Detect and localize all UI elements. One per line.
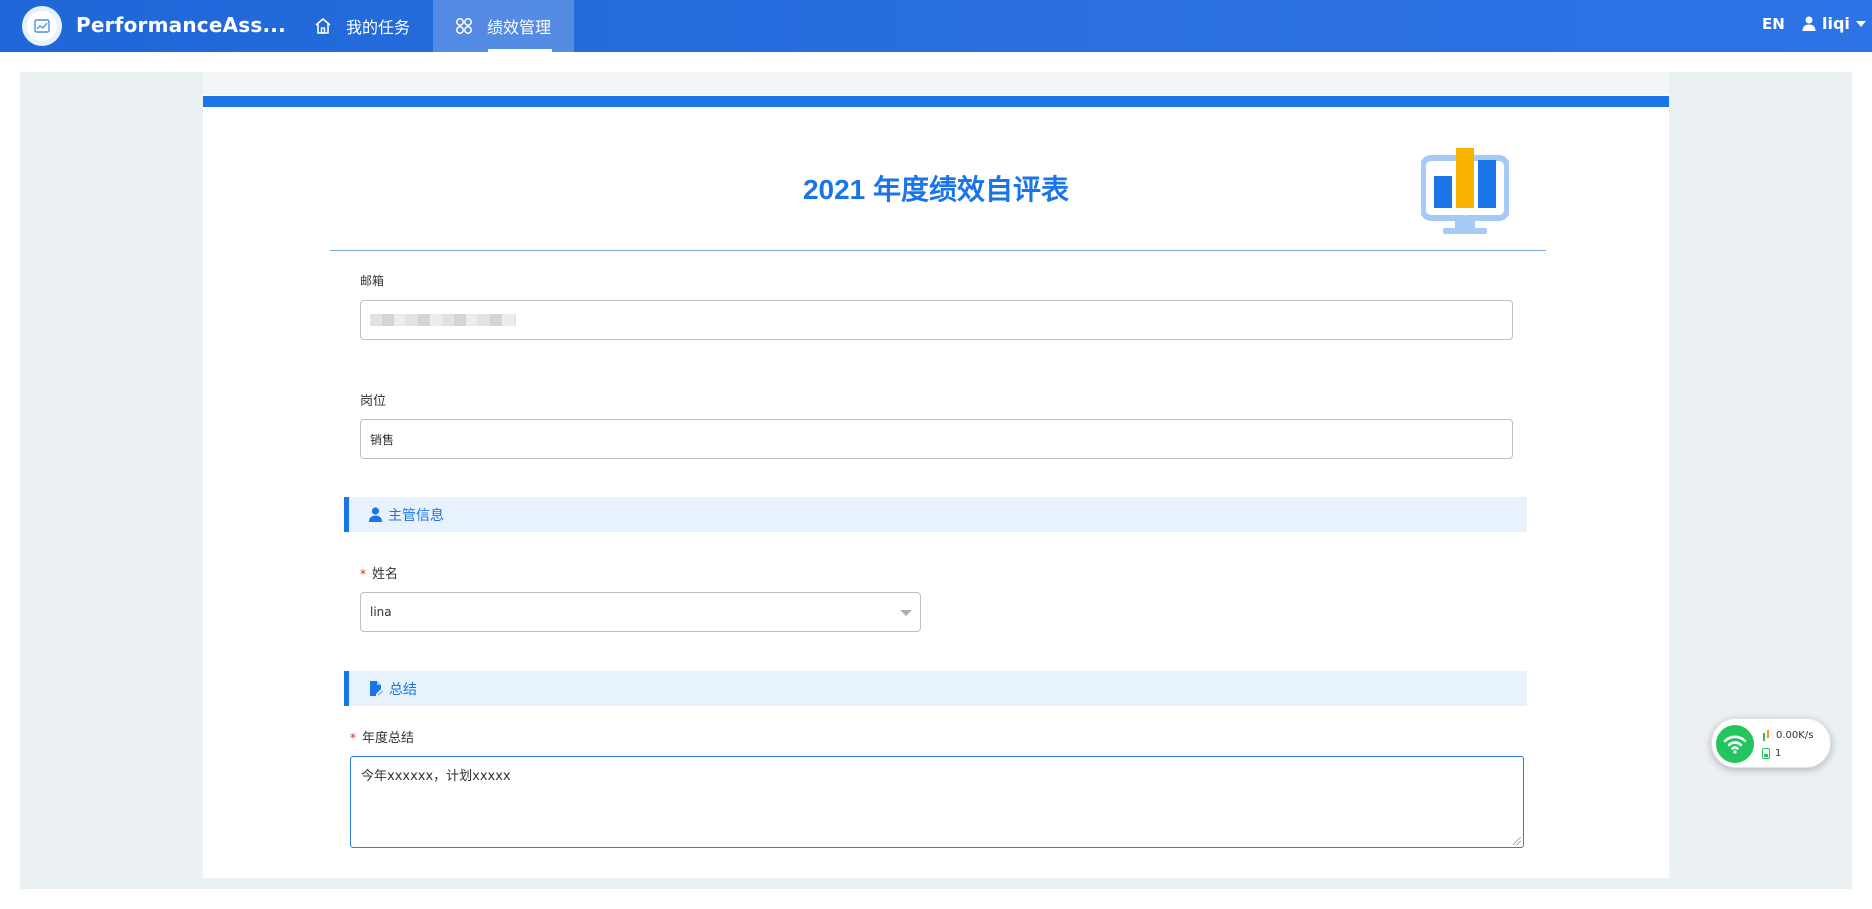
section-supervisor-title: 主管信息: [388, 507, 444, 524]
network-device-row: 1: [1762, 748, 1781, 759]
nav-performance-management[interactable]: 绩效管理: [433, 0, 574, 52]
nav-my-tasks[interactable]: 我的任务: [292, 0, 432, 52]
active-tab-indicator: [488, 49, 552, 52]
user-icon: [369, 507, 382, 522]
dropdown-arrow-icon: [900, 610, 912, 616]
top-navbar: PerformanceAss... 我的任务 绩效管理 EN liqi: [0, 0, 1872, 52]
network-speed-row: 0.00K/s: [1762, 730, 1813, 741]
apps-grid-icon: [456, 18, 472, 34]
annual-summary-value: 今年xxxxxx，计划xxxxx: [361, 769, 511, 784]
user-icon: [1802, 16, 1816, 31]
section-supervisor-info: 主管信息: [344, 497, 1527, 532]
chart-logo-icon: [34, 19, 50, 33]
supervisor-name-value: lina: [370, 605, 392, 619]
required-mark: *: [350, 731, 356, 745]
position-value: 销售: [370, 432, 395, 447]
nav-performance-label: 绩效管理: [487, 18, 552, 37]
monitor-chart-icon: [1421, 148, 1509, 234]
network-speed: 0.00K/s: [1776, 730, 1814, 741]
card-top-band: [203, 72, 1669, 95]
annual-summary-textarea[interactable]: 今年xxxxxx，计划xxxxx: [350, 756, 1524, 848]
position-label: 岗位: [360, 394, 387, 409]
wifi-icon: [1723, 735, 1747, 754]
app-logo[interactable]: [22, 6, 62, 46]
section-summary-title: 总结: [389, 681, 417, 698]
required-mark: *: [360, 567, 366, 581]
email-field[interactable]: [360, 300, 1513, 340]
redacted-email-value: [370, 314, 516, 326]
position-field[interactable]: 销售: [360, 419, 1513, 459]
document-edit-icon: [370, 681, 383, 696]
chevron-down-icon: [1855, 20, 1866, 27]
annual-summary-label: * 年度总结: [350, 731, 415, 746]
user-menu[interactable]: liqi: [1802, 14, 1872, 33]
phone-icon: [1762, 748, 1770, 759]
email-label: 邮箱: [360, 274, 385, 288]
home-icon: [315, 18, 331, 34]
resize-handle[interactable]: [1513, 837, 1521, 845]
section-summary: 总结: [344, 671, 1527, 706]
supervisor-name-select[interactable]: lina: [360, 592, 921, 632]
nav-my-tasks-label: 我的任务: [346, 18, 411, 37]
network-status-widget[interactable]: 0.00K/s 1: [1711, 718, 1831, 768]
app-title: PerformanceAss...: [76, 13, 286, 37]
connected-device-count: 1: [1775, 748, 1782, 759]
form-card: 2021 年度绩效自评表 邮箱 岗位 销售 主管信息 * 姓名 lina 总结 …: [203, 72, 1669, 878]
upload-download-icon: [1763, 730, 1769, 741]
card-accent-bar: [203, 96, 1669, 107]
name-label: * 姓名: [360, 567, 399, 582]
language-switch[interactable]: EN: [1762, 15, 1785, 33]
network-status-indicator: [1716, 725, 1754, 763]
title-divider: [330, 250, 1546, 251]
form-title: 2021 年度绩效自评表: [802, 174, 1070, 205]
username: liqi: [1822, 14, 1850, 33]
